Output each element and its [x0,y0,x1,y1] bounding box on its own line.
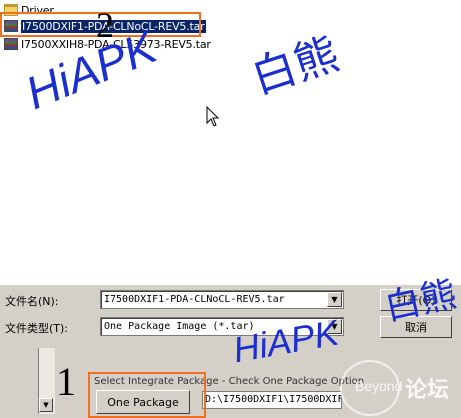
chevron-down-icon[interactable]: ▼ [327,292,342,307]
filename-label: 文件名(N): [5,295,59,308]
scroll-down-icon[interactable]: ▼ [39,398,53,412]
site-watermark: 论坛 [405,378,450,403]
package-path-field[interactable]: D:\I7500DXIF1\I7500DXIF [202,391,342,409]
mouse-cursor-icon [206,106,220,127]
filename-combobox[interactable]: I7500DXIF1-PDA-CLNoCL-REV5.tar ▼ [100,290,344,309]
site-logo-text: Beyond [355,378,403,394]
archive-file-icon [4,38,18,50]
filetype-label: 文件类型(T): [5,322,69,335]
filename-input[interactable]: I7500DXIF1-PDA-CLNoCL-REV5.tar [101,294,327,305]
scrollbar[interactable]: ▼ [38,348,55,414]
step1-highlight-box [88,372,206,418]
step1-number: 1 [56,359,76,404]
file-list[interactable]: Driver I7500DXIF1-PDA-CLNoCL-REV5.tar I7… [0,0,461,285]
